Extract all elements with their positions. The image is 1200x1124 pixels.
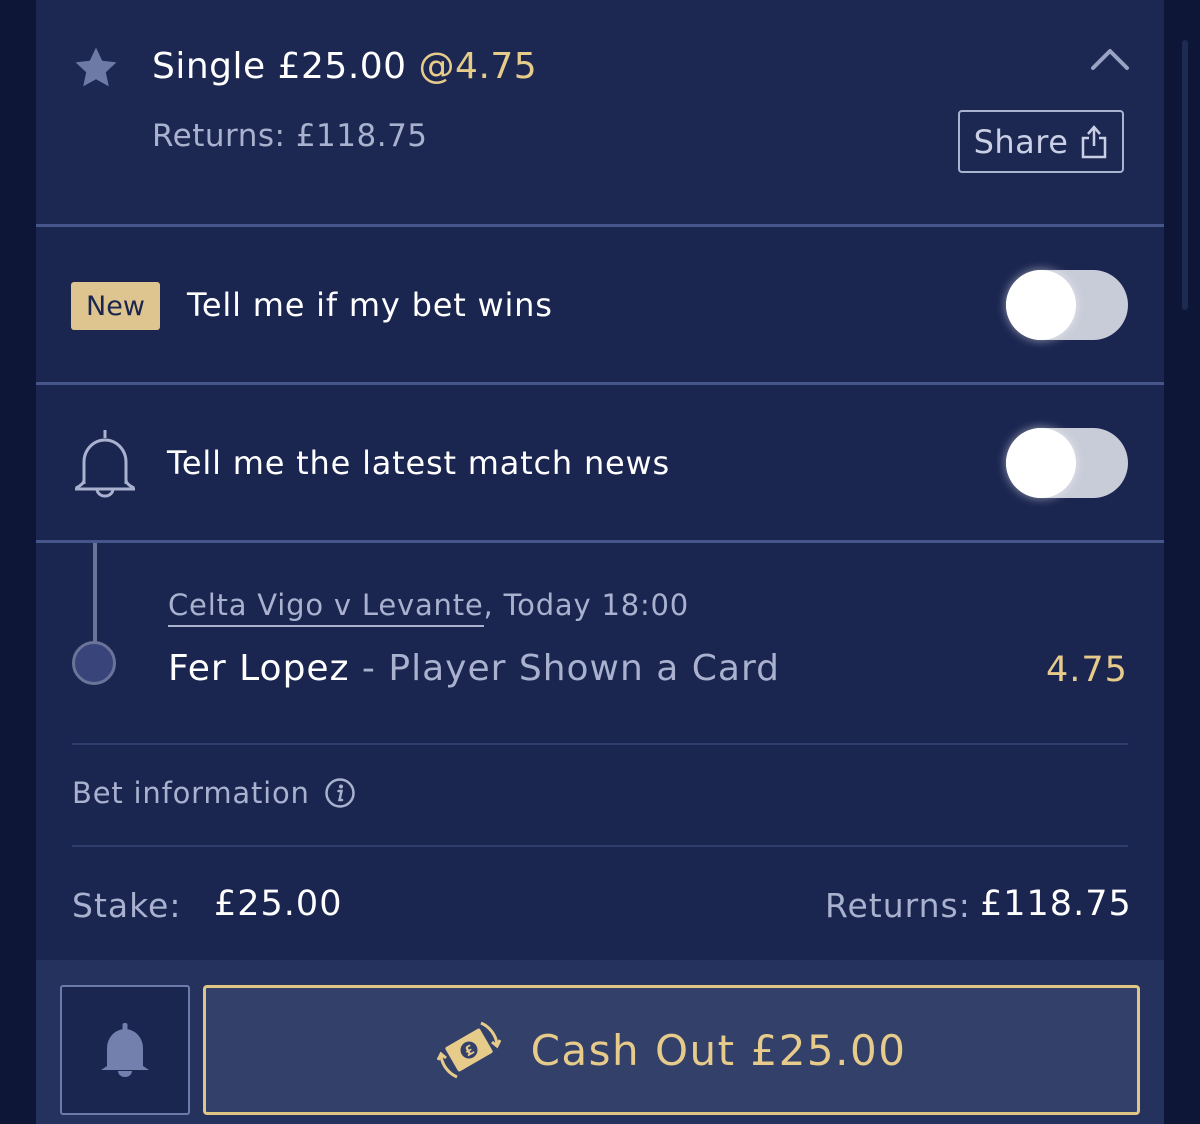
share-icon — [1082, 124, 1107, 158]
selection-odds: 4.75 — [1046, 650, 1128, 690]
bet-information-label: Bet information — [72, 776, 310, 810]
share-button-label: Share — [973, 122, 1069, 161]
bell-icon — [101, 1023, 149, 1077]
info-icon[interactable] — [324, 777, 356, 809]
toggle-knob — [1006, 428, 1076, 498]
divider — [72, 743, 1128, 745]
timeline-line — [93, 543, 97, 643]
divider — [72, 845, 1128, 847]
returns-label: Returns: — [825, 886, 971, 925]
event-time: , Today 18:00 — [483, 588, 690, 622]
selection-line: Fer Lopez - Player Shown a Card — [168, 648, 780, 689]
bet-returns: Returns: £118.75 — [152, 118, 428, 154]
timeline-dot — [72, 641, 116, 685]
bet-odds: @4.75 — [418, 46, 538, 87]
page-gutter-left — [0, 0, 36, 1124]
match-news-notification-label: Tell me the latest match news — [167, 444, 670, 482]
stake-value: £25.00 — [214, 884, 343, 924]
bet-wins-notification-label: Tell me if my bet wins — [187, 286, 553, 324]
returns-value: £118.75 — [980, 884, 1132, 924]
bet-information-row[interactable]: Bet information — [72, 776, 356, 810]
share-button[interactable]: Share — [958, 110, 1124, 173]
bet-type-stake: Single £25.00 — [152, 46, 407, 87]
bell-outline-icon — [75, 430, 135, 498]
cash-out-button[interactable]: £ Cash Out £25.00 — [203, 985, 1140, 1115]
match-news-toggle[interactable] — [1006, 428, 1128, 498]
cash-out-label: Cash Out £25.00 — [530, 1025, 907, 1075]
divider — [36, 540, 1164, 543]
action-footer: £ Cash Out £25.00 — [36, 960, 1164, 1124]
selection-player: Fer Lopez — [168, 648, 350, 689]
event-link[interactable]: Celta Vigo v Levante — [168, 588, 484, 627]
bet-card: Single £25.00 @4.75 Returns: £118.75 Sha… — [36, 0, 1164, 1124]
bet-wins-toggle[interactable] — [1006, 270, 1128, 340]
bet-header[interactable]: Single £25.00 @4.75 Returns: £118.75 Sha… — [36, 0, 1164, 226]
stake-label: Stake: — [72, 886, 182, 925]
divider — [36, 224, 1164, 227]
bet-title: Single £25.00 @4.75 — [152, 46, 537, 87]
chevron-up-icon[interactable] — [1090, 44, 1130, 72]
selection-separator: - — [349, 648, 389, 689]
cash-out-icon: £ — [436, 1021, 501, 1079]
new-badge: New — [71, 282, 160, 330]
divider — [36, 382, 1164, 385]
toggle-knob — [1006, 270, 1076, 340]
selection-market: Player Shown a Card — [388, 648, 780, 689]
star-icon[interactable] — [72, 44, 120, 92]
notifications-button[interactable] — [60, 985, 190, 1115]
event-info: Celta Vigo v Levante, Today 18:00 — [168, 588, 690, 627]
scrollbar[interactable] — [1182, 40, 1188, 310]
